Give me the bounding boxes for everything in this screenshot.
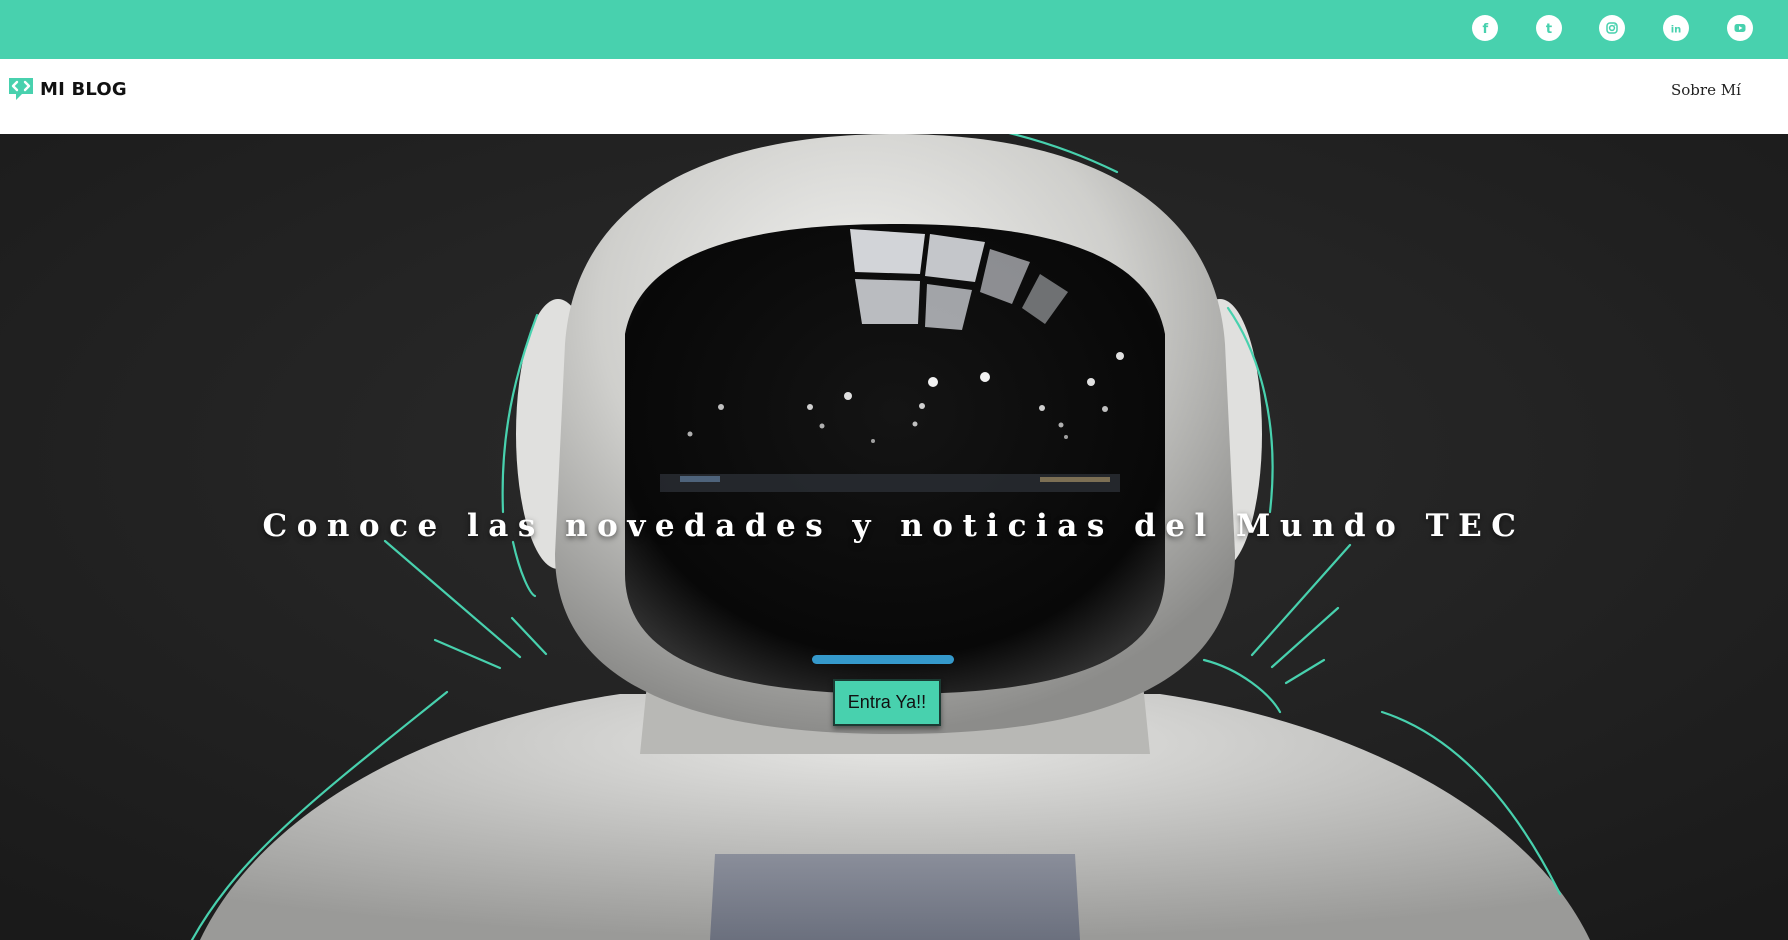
svg-text:in: in — [1671, 25, 1682, 36]
cta-button[interactable]: Entra Ya!! — [833, 679, 941, 726]
nav-link-sobre-mi[interactable]: Sobre Mí — [1671, 81, 1741, 99]
facebook-icon: f — [1482, 22, 1488, 36]
youtube-link[interactable] — [1727, 15, 1753, 41]
main-navbar: MI BLOG Sobre Mí — [0, 59, 1788, 134]
linkedin-link[interactable]: in — [1663, 15, 1689, 41]
logo-text: MI BLOG — [40, 78, 127, 100]
svg-text:f: f — [1482, 22, 1488, 36]
youtube-icon — [1734, 24, 1746, 32]
site-logo[interactable]: MI BLOG — [6, 75, 127, 103]
facebook-link[interactable]: f — [1472, 15, 1498, 41]
code-bubble-icon — [9, 78, 33, 100]
svg-text:t: t — [1546, 22, 1552, 36]
tumblr-link[interactable]: t — [1536, 15, 1562, 41]
hero-headline: Conoce las novedades y noticias del Mund… — [262, 508, 1526, 544]
tumblr-icon: t — [1546, 22, 1552, 36]
social-top-bar: f t in — [0, 0, 1788, 59]
instagram-icon — [1606, 22, 1618, 34]
hero-section: Conoce las novedades y noticias del Mund… — [0, 134, 1788, 940]
instagram-link[interactable] — [1599, 15, 1625, 41]
linkedin-icon: in — [1671, 25, 1682, 36]
